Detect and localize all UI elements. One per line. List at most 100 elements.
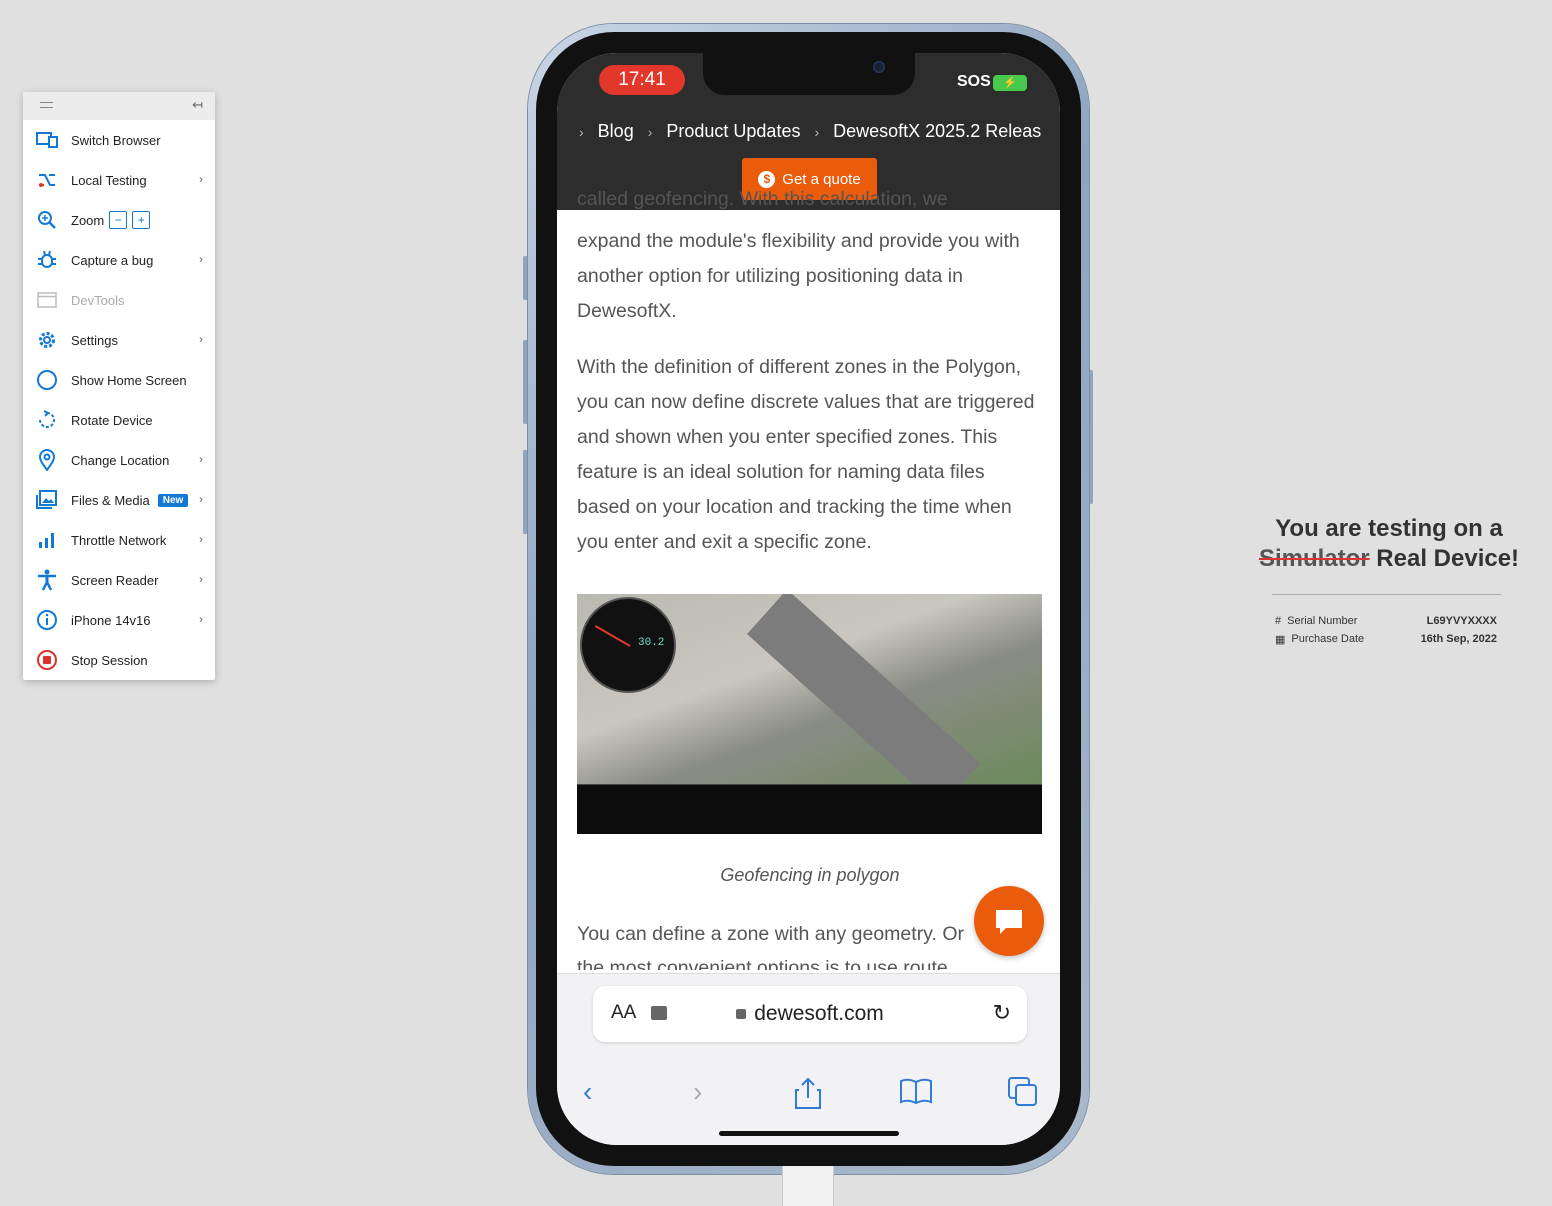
menu-change-location[interactable]: Change Location › [23,440,215,480]
menu-screen-reader[interactable]: Screen Reader › [23,560,215,600]
speed-gauge: 30.2 [580,597,676,693]
menu-label: Rotate Device [71,412,153,428]
geofencing-image[interactable]: 30.2 [577,594,1042,834]
camera-icon [873,61,885,73]
url-text: dewesoft.com [754,1002,884,1025]
url-text-wrapper: dewesoft.com [593,1002,1027,1026]
bookmarks-icon[interactable] [899,1076,933,1113]
menu-label: Change Location [71,452,170,468]
tabs-icon[interactable] [1007,1076,1039,1115]
drag-handle-icon[interactable] [40,102,53,108]
forward-icon[interactable]: › [693,1076,702,1108]
home-circle-icon [36,369,58,391]
zoom-in-button[interactable]: + [132,211,151,229]
control-panel: ↤ Switch Browser Local Testing › Zoom − … [23,92,215,680]
calendar-icon: ▦ [1275,634,1286,646]
article-paragraph-cut: called geofencing. With this calculation… [577,188,948,210]
serial-number-value: L69YVYXXXX [1426,615,1497,627]
chevron-right-icon: › [814,123,820,140]
chevron-right-icon: › [199,332,203,346]
new-badge: New [157,493,189,507]
shuffle-icon [36,169,58,191]
image-caption: Geofencing in polygon [720,865,900,885]
menu-capture-bug[interactable]: Capture a bug › [23,240,215,280]
purchase-date-row: ▦ Purchase Date 16th Sep, 2022 [1275,633,1497,646]
menu-label: iPhone 14v16 [71,612,151,628]
menu-label: Throttle Network [71,532,167,548]
runway-shape [747,594,981,808]
chat-button[interactable] [974,886,1044,956]
hash-icon: # [1275,615,1282,627]
zoom-control: Zoom − + [71,211,151,229]
collapse-panel-icon[interactable]: ↤ [192,97,203,113]
purchase-date-value: 16th Sep, 2022 [1420,633,1497,645]
struck-simulator-text: Simulator [1258,545,1370,572]
gear-icon [36,329,58,351]
article-paragraph: expand the module's flexibility and prov… [577,230,1020,322]
charging-cable [782,1166,834,1206]
menu-label: Settings [71,332,118,348]
safari-toolbar: AA dewesoft.com ↻ ‹ › [557,973,1060,1145]
real-device-text: Real Device! [1376,545,1520,572]
back-icon[interactable]: ‹ [583,1076,592,1108]
sos-indicator: SOS [957,73,991,90]
menu-label: DevTools [71,292,125,308]
article-paragraph-cut: the most convenient options is to use ro… [577,957,948,970]
chevron-right-icon: › [199,612,203,626]
reload-icon[interactable]: ↻ [993,1000,1011,1026]
phone-screen[interactable]: 17:41 SOS ⚡ › Blog › Product Updates › D… [557,53,1060,1145]
menu-zoom: Zoom − + [23,200,215,240]
stop-icon [36,649,58,671]
panel-header[interactable]: ↤ [23,92,215,120]
device-type-text: Simulator Real Device! [1258,545,1520,573]
chevron-right-icon: › [199,492,203,506]
gauge-value: 30.2 [638,637,665,649]
menu-label: Capture a bug [71,252,154,268]
site-header: 17:41 SOS ⚡ › Blog › Product Updates › D… [557,53,1060,210]
quote-label: Get a quote [782,170,861,188]
share-icon[interactable] [793,1076,823,1117]
status-time: 17:41 [599,65,685,95]
menu-show-home-screen[interactable]: Show Home Screen [23,360,215,400]
address-bar[interactable]: AA dewesoft.com ↻ [593,986,1027,1042]
menu-stop-session[interactable]: Stop Session [23,640,215,680]
rotate-icon [36,409,58,431]
menu-device-info[interactable]: iPhone 14v16 › [23,600,215,640]
menu-label: Local Testing [71,172,147,188]
purchase-date-label: Purchase Date [1291,633,1365,645]
menu-throttle-network[interactable]: Throttle Network › [23,520,215,560]
menu-settings[interactable]: Settings › [23,320,215,360]
breadcrumb-current[interactable]: DewesoftX 2025.2 Releas [833,121,1041,142]
menu-label: Stop Session [71,652,148,668]
serial-number-row: # Serial Number L69YVYXXXX [1275,615,1497,627]
accessibility-icon [36,569,58,591]
breadcrumb-blog[interactable]: Blog [598,121,634,142]
gauge-needle [594,625,631,647]
bug-icon [36,249,58,271]
device-info: You are testing on a Simulator Real Devi… [1258,515,1520,573]
chevron-right-icon: › [647,123,653,140]
signal-bars-icon [36,529,58,551]
article-paragraph: With the definition of different zones i… [577,356,1035,553]
info-icon [36,609,58,631]
graph-panel [577,784,1042,834]
chevron-right-icon: › [199,172,203,186]
image-icon [36,489,58,511]
chevron-right-icon: › [579,123,584,140]
chevron-right-icon: › [199,572,203,586]
menu-files-media[interactable]: Files & Media New › [23,480,215,520]
location-pin-icon [36,449,58,471]
menu-label: Zoom [71,212,105,228]
breadcrumb-product-updates[interactable]: Product Updates [666,121,800,142]
zoom-out-button[interactable]: − [109,211,128,229]
dynamic-island [703,53,915,95]
chevron-right-icon: › [199,252,203,266]
dollar-icon: $ [758,170,776,188]
divider [1272,594,1501,595]
menu-rotate-device[interactable]: Rotate Device [23,400,215,440]
menu-switch-browser[interactable]: Switch Browser [23,120,215,160]
menu-local-testing[interactable]: Local Testing › [23,160,215,200]
menu-label: Show Home Screen [71,372,187,388]
browser-icon [36,129,58,151]
chat-bubble-icon [996,910,1022,934]
